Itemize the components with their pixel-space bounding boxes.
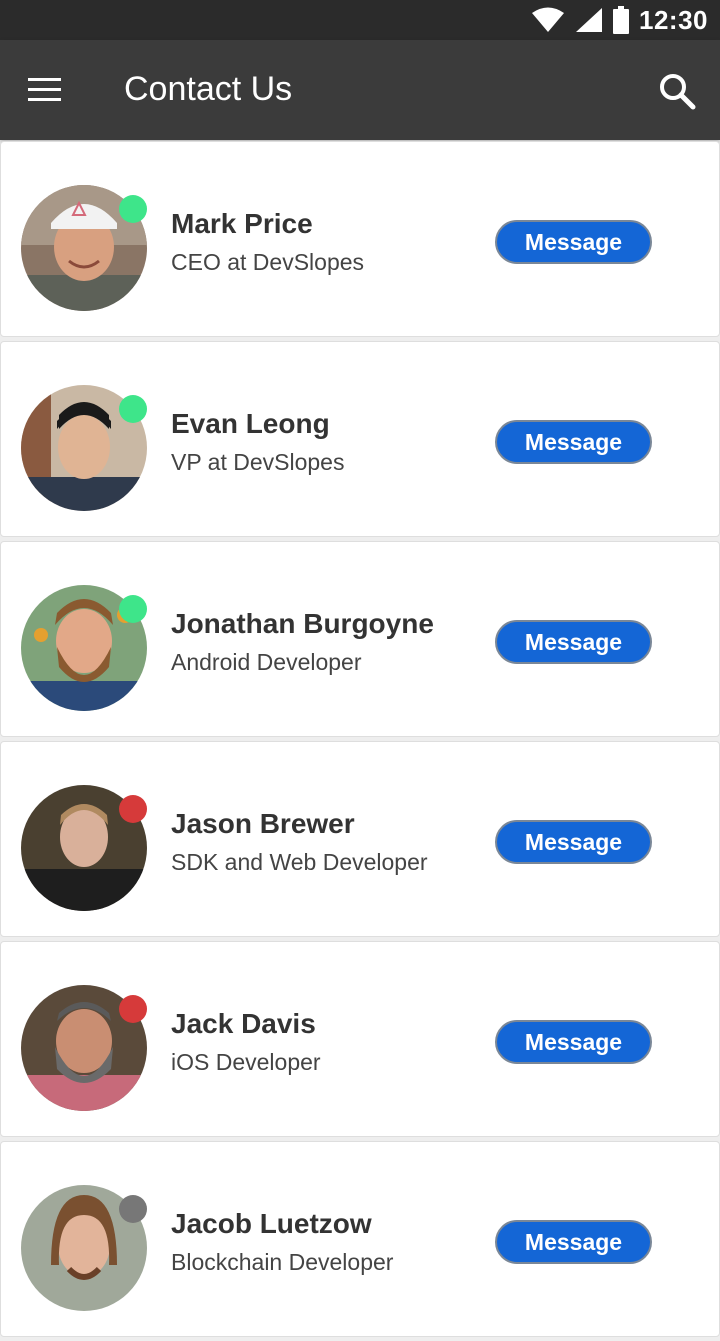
- contact-title: CEO at DevSlopes: [171, 249, 365, 275]
- contact-list: Mark Price CEO at DevSlopes Message Evan…: [0, 141, 720, 1341]
- cell-signal-icon: [576, 8, 602, 32]
- message-button[interactable]: Message: [495, 620, 652, 664]
- search-icon[interactable]: [658, 72, 696, 110]
- status-bar: 12:30: [0, 0, 720, 40]
- contact-card: Jonathan Burgoyne Android Developer Mess…: [0, 541, 720, 737]
- message-button[interactable]: Message: [495, 1020, 652, 1064]
- contact-card: Evan Leong VP at DevSlopes Message: [0, 341, 720, 537]
- contact-card: Jacob Luetzow Blockchain Developer Messa…: [0, 1141, 720, 1337]
- app-bar: Contact Us: [0, 40, 720, 140]
- message-button[interactable]: Message: [495, 220, 652, 264]
- contact-title: iOS Developer: [171, 1049, 321, 1075]
- presence-online-icon: [119, 195, 147, 223]
- contact-name: Jonathan Burgoyne: [171, 608, 434, 639]
- presence-offline-icon: [119, 1195, 147, 1223]
- presence-online-icon: [119, 595, 147, 623]
- contact-title: SDK and Web Developer: [171, 849, 428, 875]
- presence-busy-icon: [119, 995, 147, 1023]
- contact-name: Jacob Luetzow: [171, 1208, 372, 1239]
- presence-online-icon: [119, 395, 147, 423]
- message-button[interactable]: Message: [495, 820, 652, 864]
- contact-name: Jack Davis: [171, 1008, 316, 1039]
- contact-card: Jason Brewer SDK and Web Developer Messa…: [0, 741, 720, 937]
- contact-card: Mark Price CEO at DevSlopes Message: [0, 141, 720, 337]
- contact-title: Android Developer: [171, 649, 362, 675]
- status-icons: 12:30: [531, 0, 708, 40]
- wifi-icon: [532, 7, 564, 32]
- contact-name: Evan Leong: [171, 408, 330, 439]
- contact-name: Jason Brewer: [171, 808, 355, 839]
- message-button[interactable]: Message: [495, 420, 652, 464]
- message-button[interactable]: Message: [495, 1220, 652, 1264]
- presence-busy-icon: [119, 795, 147, 823]
- contact-card: Jack Davis iOS Developer Message: [0, 941, 720, 1137]
- menu-icon[interactable]: [28, 78, 62, 102]
- contact-name: Mark Price: [171, 208, 313, 239]
- contact-title: VP at DevSlopes: [171, 449, 345, 475]
- status-time: 12:30: [639, 4, 708, 35]
- contact-title: Blockchain Developer: [171, 1249, 394, 1275]
- page-title: Contact Us: [124, 70, 293, 108]
- battery-icon: [613, 6, 629, 34]
